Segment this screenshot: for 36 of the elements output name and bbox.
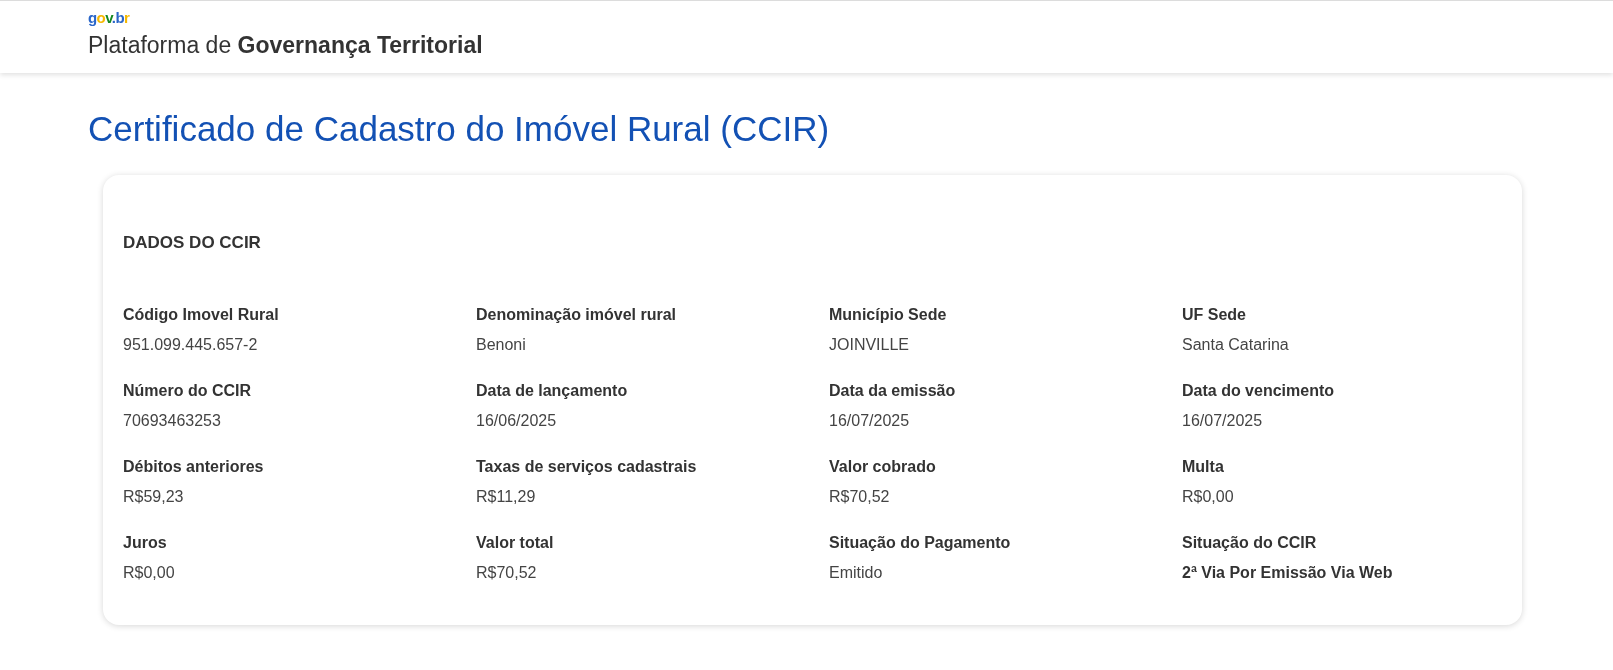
field-label: Código Imovel Rural xyxy=(123,305,279,325)
field-label: Data do vencimento xyxy=(1182,381,1335,401)
field-label: Data de lançamento xyxy=(476,381,628,401)
field-value: R$59,23 xyxy=(123,487,184,507)
field-label: Município Sede xyxy=(829,305,947,325)
govbr-logo: gov.br xyxy=(88,10,130,26)
field-value: R$11,29 xyxy=(476,487,536,507)
field-value: Emitido xyxy=(829,563,883,583)
field-value: 16/07/2025 xyxy=(1182,411,1263,431)
section-title: DADOS DO CCIR xyxy=(123,232,262,254)
field-label: Número do CCIR xyxy=(123,381,251,401)
field-label: Situação do Pagamento xyxy=(829,533,1011,553)
page-title: Certificado de Cadastro do Imóvel Rural (CCIR) xyxy=(88,108,831,150)
field-value: 2ª Via Por Emissão Via Web xyxy=(1182,563,1393,583)
field-label: Juros xyxy=(123,533,167,553)
field-value: 16/07/2025 xyxy=(829,411,910,431)
field-label: UF Sede xyxy=(1182,305,1246,325)
field-value: JOINVILLE xyxy=(829,335,910,355)
field-value: R$70,52 xyxy=(476,563,537,583)
field-label: Valor cobrado xyxy=(829,457,936,477)
field-value: 70693463253 xyxy=(123,411,221,431)
field-value: R$70,52 xyxy=(829,487,890,507)
field-value: R$0,00 xyxy=(1182,487,1234,507)
field-value: R$0,00 xyxy=(123,563,175,583)
field-value: Santa Catarina xyxy=(1182,335,1289,355)
field-label: Taxas de serviços cadastrais xyxy=(476,457,697,477)
field-value: 951.099.445.657-2 xyxy=(123,335,258,355)
field-value: 16/06/2025 xyxy=(476,411,557,431)
field-label: Débitos anteriores xyxy=(123,457,264,477)
field-label: Denominação imóvel rural xyxy=(476,305,677,325)
field-label: Situação do CCIR xyxy=(1182,533,1317,553)
field-label: Valor total xyxy=(476,533,554,553)
field-value: Benoni xyxy=(476,335,526,355)
field-label: Multa xyxy=(1182,457,1224,477)
platform-title: Plataforma de Governança Territorial xyxy=(88,31,483,60)
field-label: Data da emissão xyxy=(829,381,956,401)
